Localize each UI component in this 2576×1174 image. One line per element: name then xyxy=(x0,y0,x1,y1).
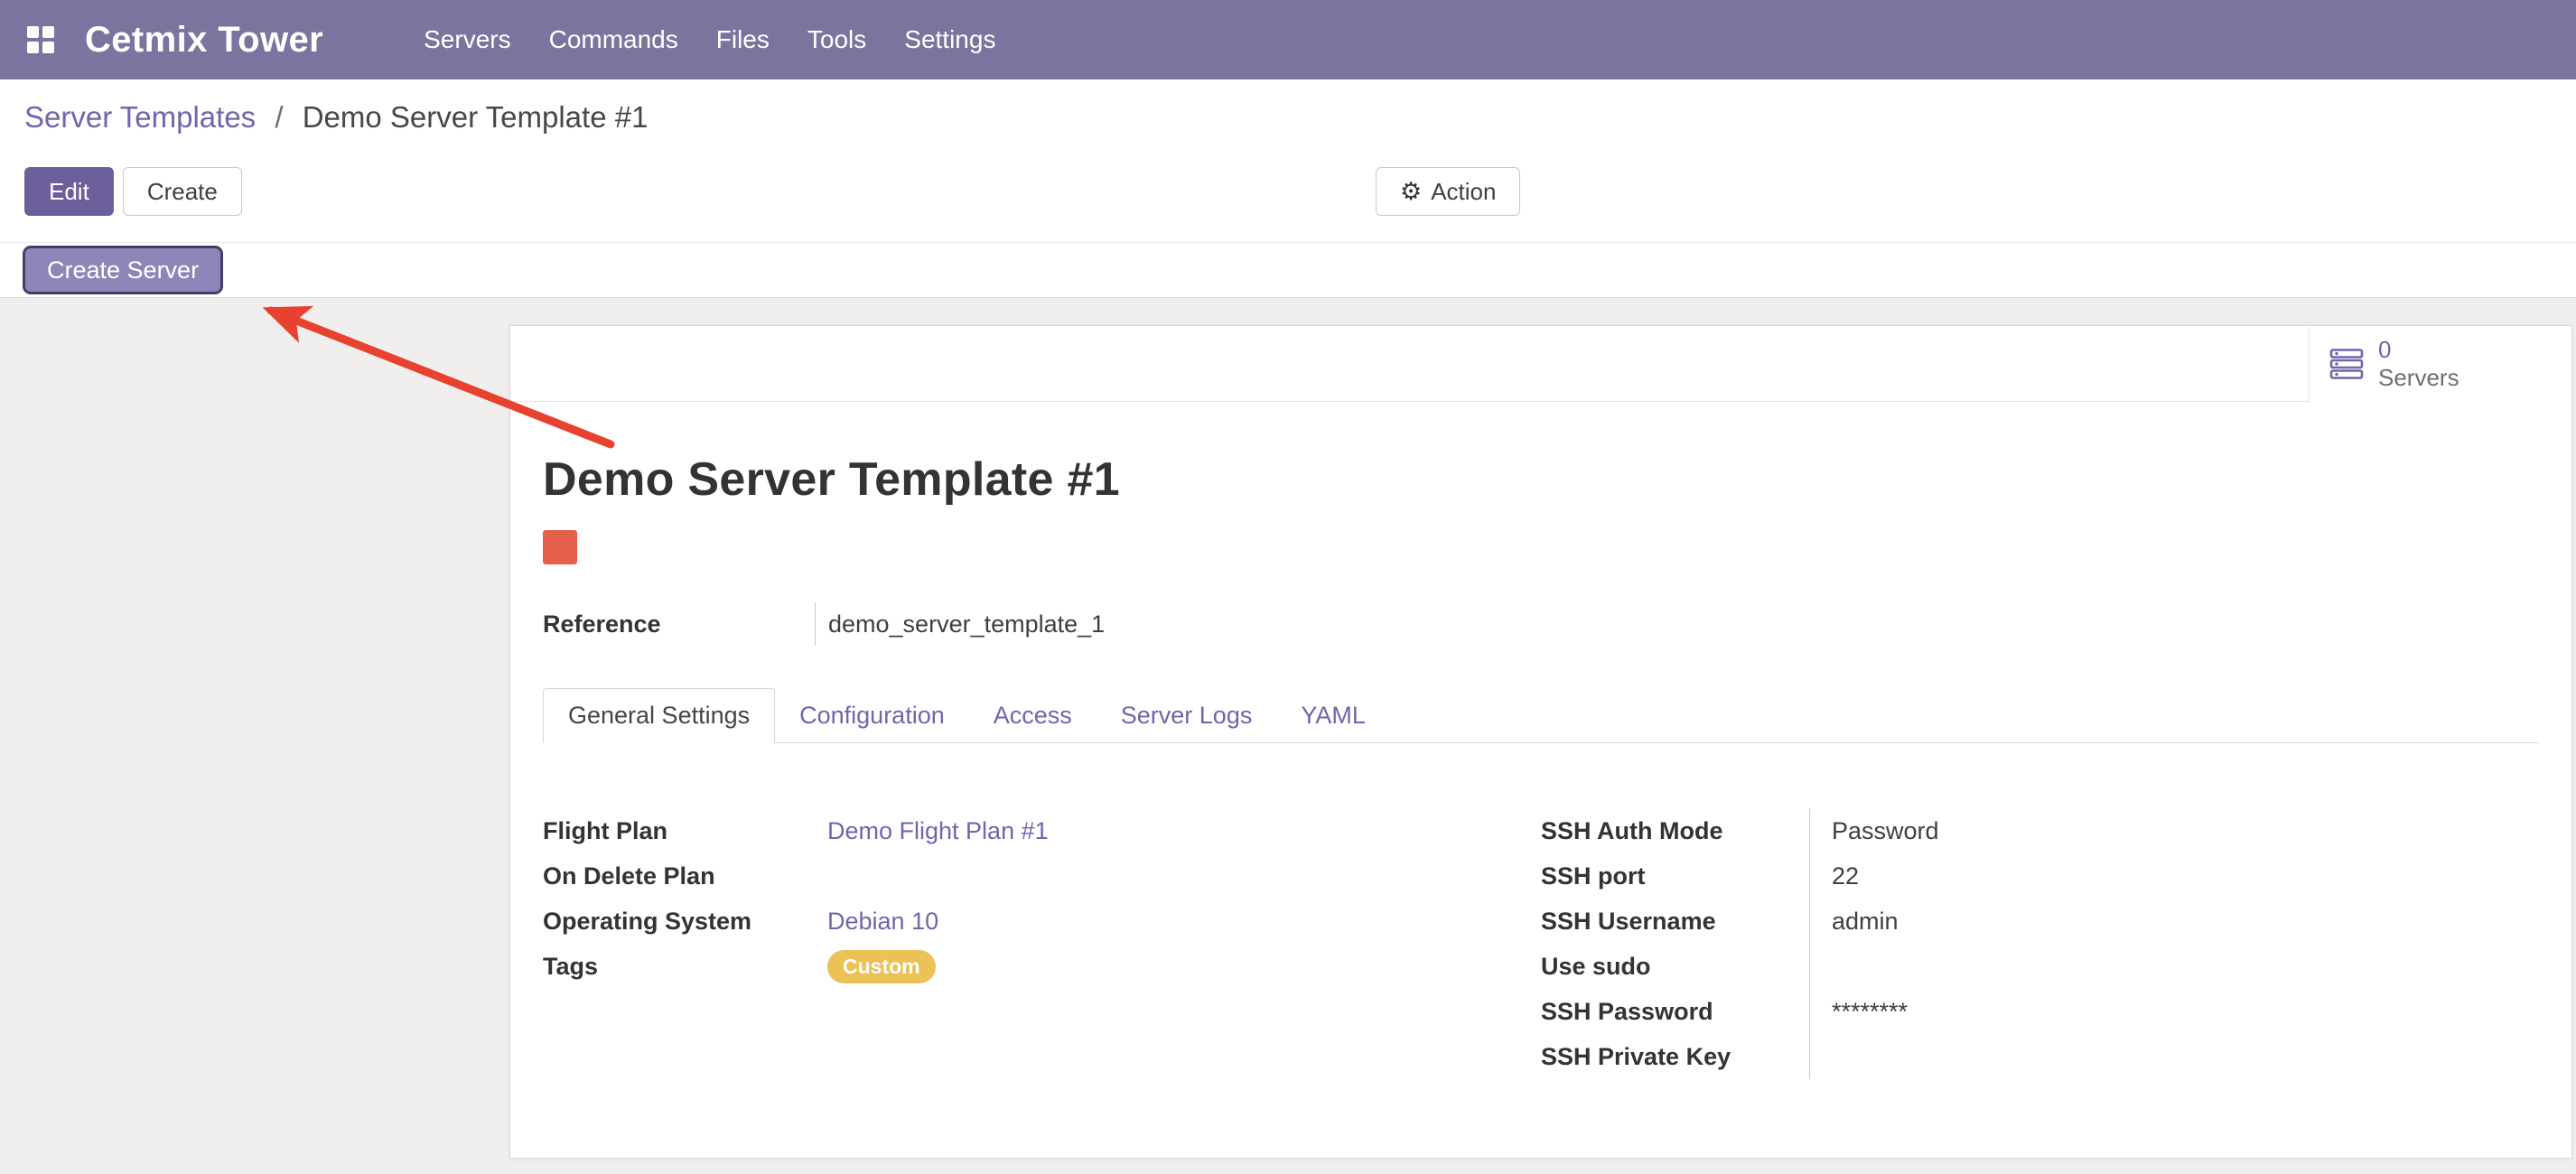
field-use-sudo-label: Use sudo xyxy=(1541,944,1809,989)
field-use-sudo: Use sudo xyxy=(1541,944,2354,989)
field-group-left: Flight Plan Demo Flight Plan #1 On Delet… xyxy=(543,808,1541,1079)
apps-grid-icon[interactable] xyxy=(27,26,54,53)
nav-item-commands[interactable]: Commands xyxy=(530,0,697,79)
reference-value: demo_server_template_1 xyxy=(815,602,1536,646)
servers-label: Servers xyxy=(2378,364,2459,392)
tag-badge: Custom xyxy=(827,950,936,983)
field-operating-system-label: Operating System xyxy=(543,899,815,944)
reference-field: Reference demo_server_template_1 xyxy=(543,602,1536,646)
field-flight-plan-value[interactable]: Demo Flight Plan #1 xyxy=(827,817,1049,845)
field-ssh-private-key: SSH Private Key xyxy=(1541,1034,2354,1079)
field-operating-system-value[interactable]: Debian 10 xyxy=(827,908,938,936)
gear-icon: ⚙ xyxy=(1400,180,1422,204)
nav-item-servers[interactable]: Servers xyxy=(405,0,529,79)
field-on-delete-plan-value xyxy=(815,853,1541,899)
servers-icon xyxy=(2329,348,2364,380)
field-tags: Tags Custom xyxy=(543,944,1541,989)
breadcrumb-parent-link[interactable]: Server Templates xyxy=(24,100,256,134)
content-area: 0 Servers Demo Server Template #1 Refere… xyxy=(0,298,2576,1174)
field-on-delete-plan: On Delete Plan xyxy=(543,853,1541,899)
form-card: 0 Servers Demo Server Template #1 Refere… xyxy=(509,325,2572,1159)
servers-count: 0 xyxy=(2378,336,2459,364)
app-brand[interactable]: Cetmix Tower xyxy=(85,20,323,61)
action-button[interactable]: ⚙ Action xyxy=(1376,167,1520,216)
field-ssh-auth-mode: SSH Auth Mode Password xyxy=(1541,808,2354,853)
tab-access[interactable]: Access xyxy=(969,688,1097,742)
field-ssh-password-label: SSH Password xyxy=(1541,989,1809,1034)
field-flight-plan-label: Flight Plan xyxy=(543,808,815,853)
field-ssh-private-key-value xyxy=(1809,1034,2354,1079)
form-statusbar: Create Server xyxy=(0,242,2576,298)
field-group-right: SSH Auth Mode Password SSH port 22 SSH U… xyxy=(1541,808,2354,1079)
tab-general-settings[interactable]: General Settings xyxy=(543,688,775,743)
record-title: Demo Server Template #1 xyxy=(543,452,2539,507)
field-use-sudo-value xyxy=(1809,944,2354,989)
field-ssh-port-label: SSH port xyxy=(1541,853,1809,899)
field-ssh-private-key-label: SSH Private Key xyxy=(1541,1034,1809,1079)
nav-item-tools[interactable]: Tools xyxy=(789,0,885,79)
field-ssh-password-value: ******** xyxy=(1809,989,2354,1034)
color-tag xyxy=(543,530,577,564)
field-ssh-port-value: 22 xyxy=(1809,853,2354,899)
field-operating-system: Operating System Debian 10 xyxy=(543,899,1541,944)
top-navbar: Cetmix Tower Servers Commands Files Tool… xyxy=(0,0,2576,79)
field-on-delete-plan-label: On Delete Plan xyxy=(543,853,815,899)
create-server-button[interactable]: Create Server xyxy=(23,246,223,294)
field-ssh-auth-mode-value: Password xyxy=(1809,808,2354,853)
tab-configuration[interactable]: Configuration xyxy=(775,688,969,742)
field-ssh-port: SSH port 22 xyxy=(1541,853,2354,899)
breadcrumb-separator: / xyxy=(275,100,283,134)
sheet: Demo Server Template #1 Reference demo_s… xyxy=(510,452,2571,1079)
field-ssh-password: SSH Password ******** xyxy=(1541,989,2354,1034)
tab-yaml[interactable]: YAML xyxy=(1276,688,1390,742)
create-button[interactable]: Create xyxy=(123,167,242,216)
nav-item-settings[interactable]: Settings xyxy=(885,0,1014,79)
notebook-tabs: General Settings Configuration Access Se… xyxy=(543,688,2539,743)
nav-item-files[interactable]: Files xyxy=(697,0,789,79)
control-panel-buttons: Edit Create ⚙ Action xyxy=(24,166,2576,217)
reference-label: Reference xyxy=(543,602,815,646)
servers-stat-button[interactable]: 0 Servers xyxy=(2309,326,2571,402)
field-ssh-username-value: admin xyxy=(1809,899,2354,944)
field-ssh-username: SSH Username admin xyxy=(1541,899,2354,944)
breadcrumb: Server Templates / Demo Server Template … xyxy=(24,96,2576,139)
field-flight-plan: Flight Plan Demo Flight Plan #1 xyxy=(543,808,1541,853)
field-groups: Flight Plan Demo Flight Plan #1 On Delet… xyxy=(543,808,2539,1079)
tab-server-logs[interactable]: Server Logs xyxy=(1097,688,1277,742)
field-ssh-auth-mode-label: SSH Auth Mode xyxy=(1541,808,1809,853)
breadcrumb-current: Demo Server Template #1 xyxy=(303,100,649,134)
control-panel: Server Templates / Demo Server Template … xyxy=(0,79,2576,242)
field-tags-label: Tags xyxy=(543,944,815,989)
edit-button[interactable]: Edit xyxy=(24,167,114,216)
action-button-label: Action xyxy=(1431,178,1496,206)
field-ssh-username-label: SSH Username xyxy=(1541,899,1809,944)
main-menu: Servers Commands Files Tools Settings xyxy=(405,0,1014,79)
button-box: 0 Servers xyxy=(510,326,2571,402)
